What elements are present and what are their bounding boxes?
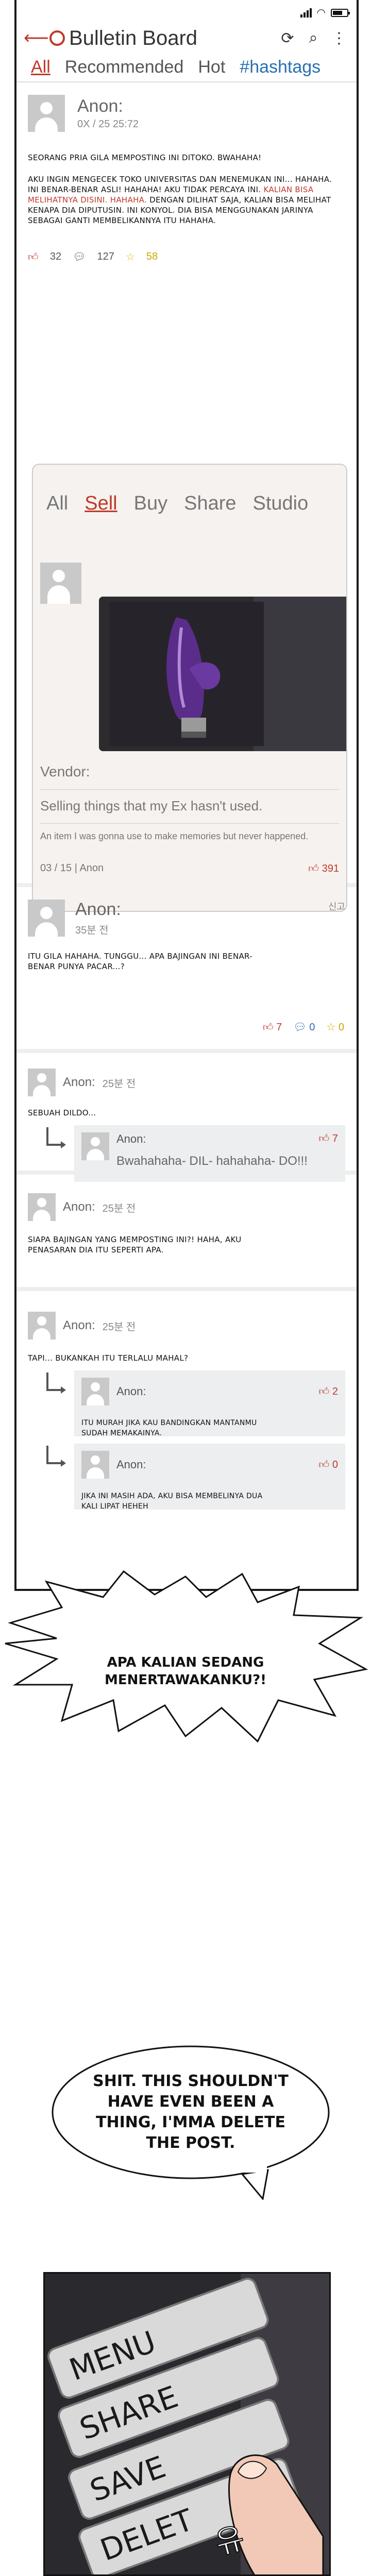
reply: Anon: 👍︎ 7 Bwahahaha- DIL- hahahaha- DO!… <box>46 1125 345 1182</box>
comment-1: Anon: 35분 전 신고 Itu gila hahaha. Tunggu..… <box>16 887 357 1053</box>
embed-tab-buy: Buy <box>133 493 168 514</box>
avatar <box>81 1378 109 1405</box>
top-bar: ⟵ Bulletin Board ⟳ ⌕ ⋮ <box>16 23 357 54</box>
alarm-clock-icon <box>49 30 65 46</box>
reply-text: Jika ini masih ada, aku bisa membelinya … <box>81 1492 263 1511</box>
embed-subtext: An item I was gonna use to make memories… <box>40 823 339 842</box>
comment-text: Itu gila hahaha. Tunggu... Apa bajingan … <box>28 952 252 971</box>
reply: Anon: 👍︎ 2 Itu murah jika kau bandingkan… <box>46 1370 345 1437</box>
reply-likes: 2 <box>332 1386 338 1397</box>
comment-text: Siapa bajingan yang memposting ini?! Hah… <box>28 1235 242 1255</box>
comment-4: Anon: 25분 전 Tapi... bukankah itu terlalu… <box>16 1291 357 1523</box>
comment-time: 25분 전 <box>102 1202 136 1214</box>
embed-likes: 391 <box>322 863 339 874</box>
comment-stars: 0 <box>338 1022 344 1033</box>
thumbs-up-icon[interactable]: 👍︎ <box>318 1459 329 1470</box>
avatar <box>28 1312 56 1340</box>
comment-3: Anon: 25분 전 Siapa bajingan yang memposti… <box>16 1175 357 1291</box>
post-date: 0X / 25 25:72 <box>77 118 139 130</box>
embed-tab-studio: Studio <box>252 493 309 514</box>
thumbs-up-icon[interactable]: 👍︎ <box>28 251 39 263</box>
embed-footer-date: 03 / 15 | Anon <box>40 862 104 874</box>
main-post: Anon: 0X / 25 25:72 Seorang pria gila me… <box>16 82 357 912</box>
thumbs-up-icon[interactable]: 👍︎ <box>318 1386 329 1397</box>
comment-author: Anon: <box>63 1200 95 1214</box>
comment-text: Sebuah dildo... <box>28 1108 96 1117</box>
avatar <box>81 1451 109 1479</box>
thought-text: Shit. This shouldn't have even been a th… <box>93 2072 289 2152</box>
avatar <box>28 1193 56 1221</box>
embed-vendor-label: Vendor: <box>40 764 90 779</box>
thumbs-up-icon[interactable]: 👍︎ <box>318 1133 329 1144</box>
avatar <box>28 95 65 132</box>
signal-icon <box>300 8 312 18</box>
embedded-listing-screenshot: All Sell Buy Share Studio Vendor: Sellin… <box>32 464 347 912</box>
comment-author: Anon: <box>75 900 121 919</box>
wifi-icon: ◠ <box>316 7 326 19</box>
reply-text: Bwahahaha- DIL- hahahaha- DO!!! <box>116 1154 308 1168</box>
tab-bar: All Recommended Hot #hashtags <box>16 54 357 82</box>
post-author: Anon: <box>77 96 123 116</box>
report-link[interactable]: 신고 <box>328 900 345 913</box>
star-icon[interactable]: ☆ <box>126 250 135 263</box>
comment-2: Anon: 25분 전 Sebuah dildo... Anon: 👍︎ 7 B… <box>16 1053 357 1182</box>
more-options-icon[interactable]: ⋮ <box>329 29 349 47</box>
status-bar: ◠ <box>16 0 357 23</box>
comment-time: 25분 전 <box>102 1321 136 1333</box>
reply-author: Anon: <box>116 1132 146 1145</box>
reply-likes: 7 <box>332 1133 338 1144</box>
embed-avatar <box>40 563 81 604</box>
avatar <box>28 900 65 937</box>
battery-icon <box>331 8 350 17</box>
embed-tab-all: All <box>46 493 69 514</box>
reply-likes: 0 <box>332 1459 338 1470</box>
refresh-icon[interactable]: ⟳ <box>277 29 298 47</box>
product-photo <box>99 597 346 751</box>
post-body-intro: Seorang pria gila memposting ini ditoko.… <box>28 153 262 162</box>
star-icon[interactable]: ☆ <box>326 1022 335 1033</box>
comment-time: 25분 전 <box>102 1078 136 1090</box>
embed-like-icon: 👍︎ <box>308 863 319 874</box>
post-likes: 32 <box>49 251 62 262</box>
comment-icon[interactable]: 💬︎ <box>293 1022 306 1033</box>
shout-text: Apa kalian sedang menertawakanku?! <box>104 1655 267 1688</box>
post-comments: 127 <box>97 251 114 262</box>
avatar <box>28 1069 56 1096</box>
reply: Anon: 👍︎ 0 Jika ini masih ada, aku bisa … <box>46 1444 345 1511</box>
comment-icon[interactable]: 💬︎ <box>73 250 86 263</box>
comment-time: 35분 전 <box>75 925 109 936</box>
back-arrow-icon[interactable]: ⟵ <box>24 29 49 47</box>
comment-author: Anon: <box>63 1318 95 1332</box>
reply-text: Itu murah jika kau bandingkan mantanmu s… <box>81 1419 257 1437</box>
phone-closeup-panel: MENU SHARE SAVE DELET 유 <box>43 2272 331 2576</box>
comment-author: Anon: <box>63 1075 95 1089</box>
comment-replies: 0 <box>309 1022 315 1033</box>
search-icon[interactable]: ⌕ <box>303 29 324 47</box>
app-title: Bulletin Board <box>69 26 198 49</box>
avatar <box>81 1132 109 1160</box>
reply-arrow-icon <box>46 1372 66 1394</box>
reply-author: Anon: <box>116 1458 146 1471</box>
comment-text: Tapi... bukankah itu terlalu mahal? <box>28 1353 189 1363</box>
post-stats: 👍︎ 32 💬︎ 127 ☆ 58 <box>28 250 345 263</box>
embed-tab-share: Share <box>184 493 237 514</box>
tab-hashtags[interactable]: #hashtags <box>240 57 321 77</box>
tab-recommended[interactable]: Recommended <box>65 57 184 77</box>
thumbs-up-icon[interactable]: 👍︎ <box>263 1022 274 1033</box>
reply-arrow-icon <box>46 1446 66 1467</box>
post-stars: 58 <box>146 251 158 262</box>
embed-description: Selling things that my Ex hasn't used. <box>40 789 339 814</box>
reply-arrow-icon <box>46 1127 66 1148</box>
tab-hot[interactable]: Hot <box>198 57 225 77</box>
toy-illustration <box>99 597 346 751</box>
reply-author: Anon: <box>116 1385 146 1398</box>
tab-all[interactable]: All <box>31 57 50 77</box>
comment-likes: 7 <box>276 1021 282 1033</box>
embed-tab-sell: Sell <box>85 493 117 514</box>
phone-screen: ◠ ⟵ Bulletin Board ⟳ ⌕ ⋮ All Recommended… <box>14 0 359 1591</box>
